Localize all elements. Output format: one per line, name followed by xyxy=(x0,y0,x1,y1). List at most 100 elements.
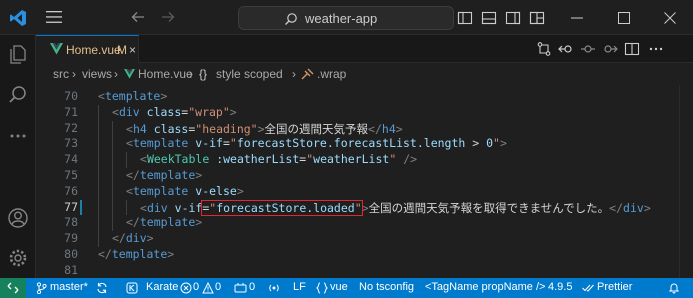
search-icon[interactable] xyxy=(7,84,29,106)
tsconfig-status[interactable]: No tsconfig xyxy=(359,281,414,293)
code-editor[interactable]: 70 <template> 71 <div class="wrap"> 72 <h4 cl… xyxy=(36,85,693,278)
back-arrow-icon[interactable] xyxy=(130,9,146,25)
title-bar: weather-app xyxy=(0,0,693,35)
prettier-status[interactable]: Prettier xyxy=(597,281,632,293)
indent-guide xyxy=(126,199,127,216)
command-center-search[interactable]: weather-app xyxy=(238,6,454,30)
sync-icon[interactable] xyxy=(96,282,108,294)
line-number: 77 xyxy=(64,199,78,214)
tab-home-vue[interactable]: Home.vue M × xyxy=(36,35,139,63)
code-line[interactable]: <h4 class="heading">全国の週間天気予報</h4> xyxy=(126,121,403,137)
toggle-panel-icon[interactable] xyxy=(481,10,497,26)
warning-icon[interactable] xyxy=(202,282,214,294)
branch-icon xyxy=(36,282,47,294)
ports-count[interactable]: 0 xyxy=(249,281,255,293)
indent-guide xyxy=(126,152,127,168)
code-line[interactable]: </div> xyxy=(112,231,154,245)
toggle-primary-sidebar-icon[interactable] xyxy=(457,10,473,26)
breadcrumb: src › views › Home.vue › {} style scoped… xyxy=(36,63,693,85)
remote-indicator[interactable] xyxy=(0,278,26,298)
maximize-icon[interactable] xyxy=(617,11,631,25)
settings-gear-icon[interactable] xyxy=(7,247,29,269)
breadcrumb-item-selector[interactable]: .wrap xyxy=(317,67,346,81)
braces-icon xyxy=(316,282,328,294)
braces-icon: {} xyxy=(199,67,208,81)
indent-guide xyxy=(98,215,99,232)
indent-guide xyxy=(112,136,113,153)
line-number: 81 xyxy=(64,262,78,277)
line-number: 70 xyxy=(64,89,78,103)
tab-close-icon[interactable]: × xyxy=(129,43,136,57)
karate-label[interactable]: Karate xyxy=(146,281,178,293)
line-number: 76 xyxy=(64,183,78,198)
error-icon[interactable] xyxy=(180,282,192,294)
ports-icon[interactable] xyxy=(234,282,247,294)
status-bar: master* Karate 0 0 0 LF vue No tsconfig … xyxy=(0,278,693,298)
breadcrumb-item-file[interactable]: Home.vue xyxy=(138,67,193,81)
search-text: weather-app xyxy=(305,11,378,26)
code-line[interactable]: </template> xyxy=(126,168,202,182)
close-window-icon[interactable] xyxy=(663,11,677,25)
language-mode[interactable]: vue xyxy=(330,281,348,293)
modified-indicator: M xyxy=(117,43,127,57)
accounts-icon[interactable] xyxy=(7,207,29,229)
indent-guide xyxy=(112,215,113,232)
breadcrumb-item-src[interactable]: src xyxy=(53,67,69,81)
split-editor-icon[interactable] xyxy=(624,41,640,57)
code-line[interactable]: <template v-if="forecastStore.forecastLi… xyxy=(126,136,507,150)
chevron-right-icon: › xyxy=(72,67,76,81)
previous-change-icon[interactable] xyxy=(580,41,596,57)
tag-name-casing[interactable]: <TagName propName /> xyxy=(425,281,545,293)
line-number: 80 xyxy=(64,247,78,261)
check-double-icon xyxy=(582,284,594,292)
indent-guide xyxy=(112,152,113,168)
code-line[interactable]: <template v-else> xyxy=(126,184,244,198)
indent-guide xyxy=(98,168,99,184)
toggle-secondary-sidebar-icon[interactable] xyxy=(505,10,521,26)
forward-arrow-icon[interactable] xyxy=(160,9,176,25)
indent-guide xyxy=(98,231,99,247)
indent-guide xyxy=(112,183,113,200)
code-line[interactable]: <WeekTable :weatherList="weatherList" /> xyxy=(140,152,417,166)
warning-count[interactable]: 0 xyxy=(215,281,221,293)
highlight-box: ="forecastStore.loaded" xyxy=(201,199,363,216)
notifications-bell-icon[interactable] xyxy=(668,282,680,294)
remote-icon xyxy=(7,282,19,294)
line-number: 72 xyxy=(64,120,78,135)
compare-changes-icon[interactable] xyxy=(536,41,552,57)
vue-file-icon xyxy=(50,43,63,55)
typescript-version[interactable]: 4.9.5 xyxy=(548,281,572,293)
scrollbar[interactable] xyxy=(679,85,693,278)
tab-label: Home.vue xyxy=(66,43,121,57)
search-icon xyxy=(285,13,297,25)
error-count[interactable]: 0 xyxy=(193,281,199,293)
minimize-icon[interactable] xyxy=(570,11,584,25)
indent-guide xyxy=(112,120,113,137)
eol-indicator[interactable]: LF xyxy=(293,281,306,293)
more-icon[interactable] xyxy=(7,125,29,147)
code-line[interactable]: <template> xyxy=(98,89,167,103)
indent-guide xyxy=(98,136,99,153)
indent-guide xyxy=(112,199,113,216)
vue-file-icon xyxy=(124,69,135,79)
indent-guide xyxy=(98,152,99,168)
broadcast-icon[interactable] xyxy=(268,282,280,294)
explorer-icon[interactable] xyxy=(7,43,29,65)
indent-guide xyxy=(98,104,99,121)
editor-tabs: Home.vue M × xyxy=(36,35,693,63)
open-changes-icon[interactable] xyxy=(558,41,574,57)
breadcrumb-item-views[interactable]: views xyxy=(82,67,112,81)
code-line[interactable]: </template> xyxy=(126,215,202,229)
next-change-icon[interactable] xyxy=(602,41,618,57)
code-line[interactable]: <div class="wrap"> xyxy=(112,105,237,119)
branch-name[interactable]: master* xyxy=(50,281,88,293)
more-actions-icon[interactable] xyxy=(648,41,664,57)
line-number: 75 xyxy=(64,168,78,182)
line-number: 74 xyxy=(64,152,78,167)
code-line[interactable]: </template> xyxy=(98,247,174,261)
customize-layout-icon[interactable] xyxy=(529,10,545,26)
activity-bar xyxy=(0,35,36,278)
code-line[interactable]: <div v-if="forecastStore.loaded">全国の週間天気… xyxy=(140,199,651,216)
breadcrumb-item-style[interactable]: style scoped xyxy=(216,67,283,81)
menu-icon[interactable] xyxy=(46,10,62,24)
